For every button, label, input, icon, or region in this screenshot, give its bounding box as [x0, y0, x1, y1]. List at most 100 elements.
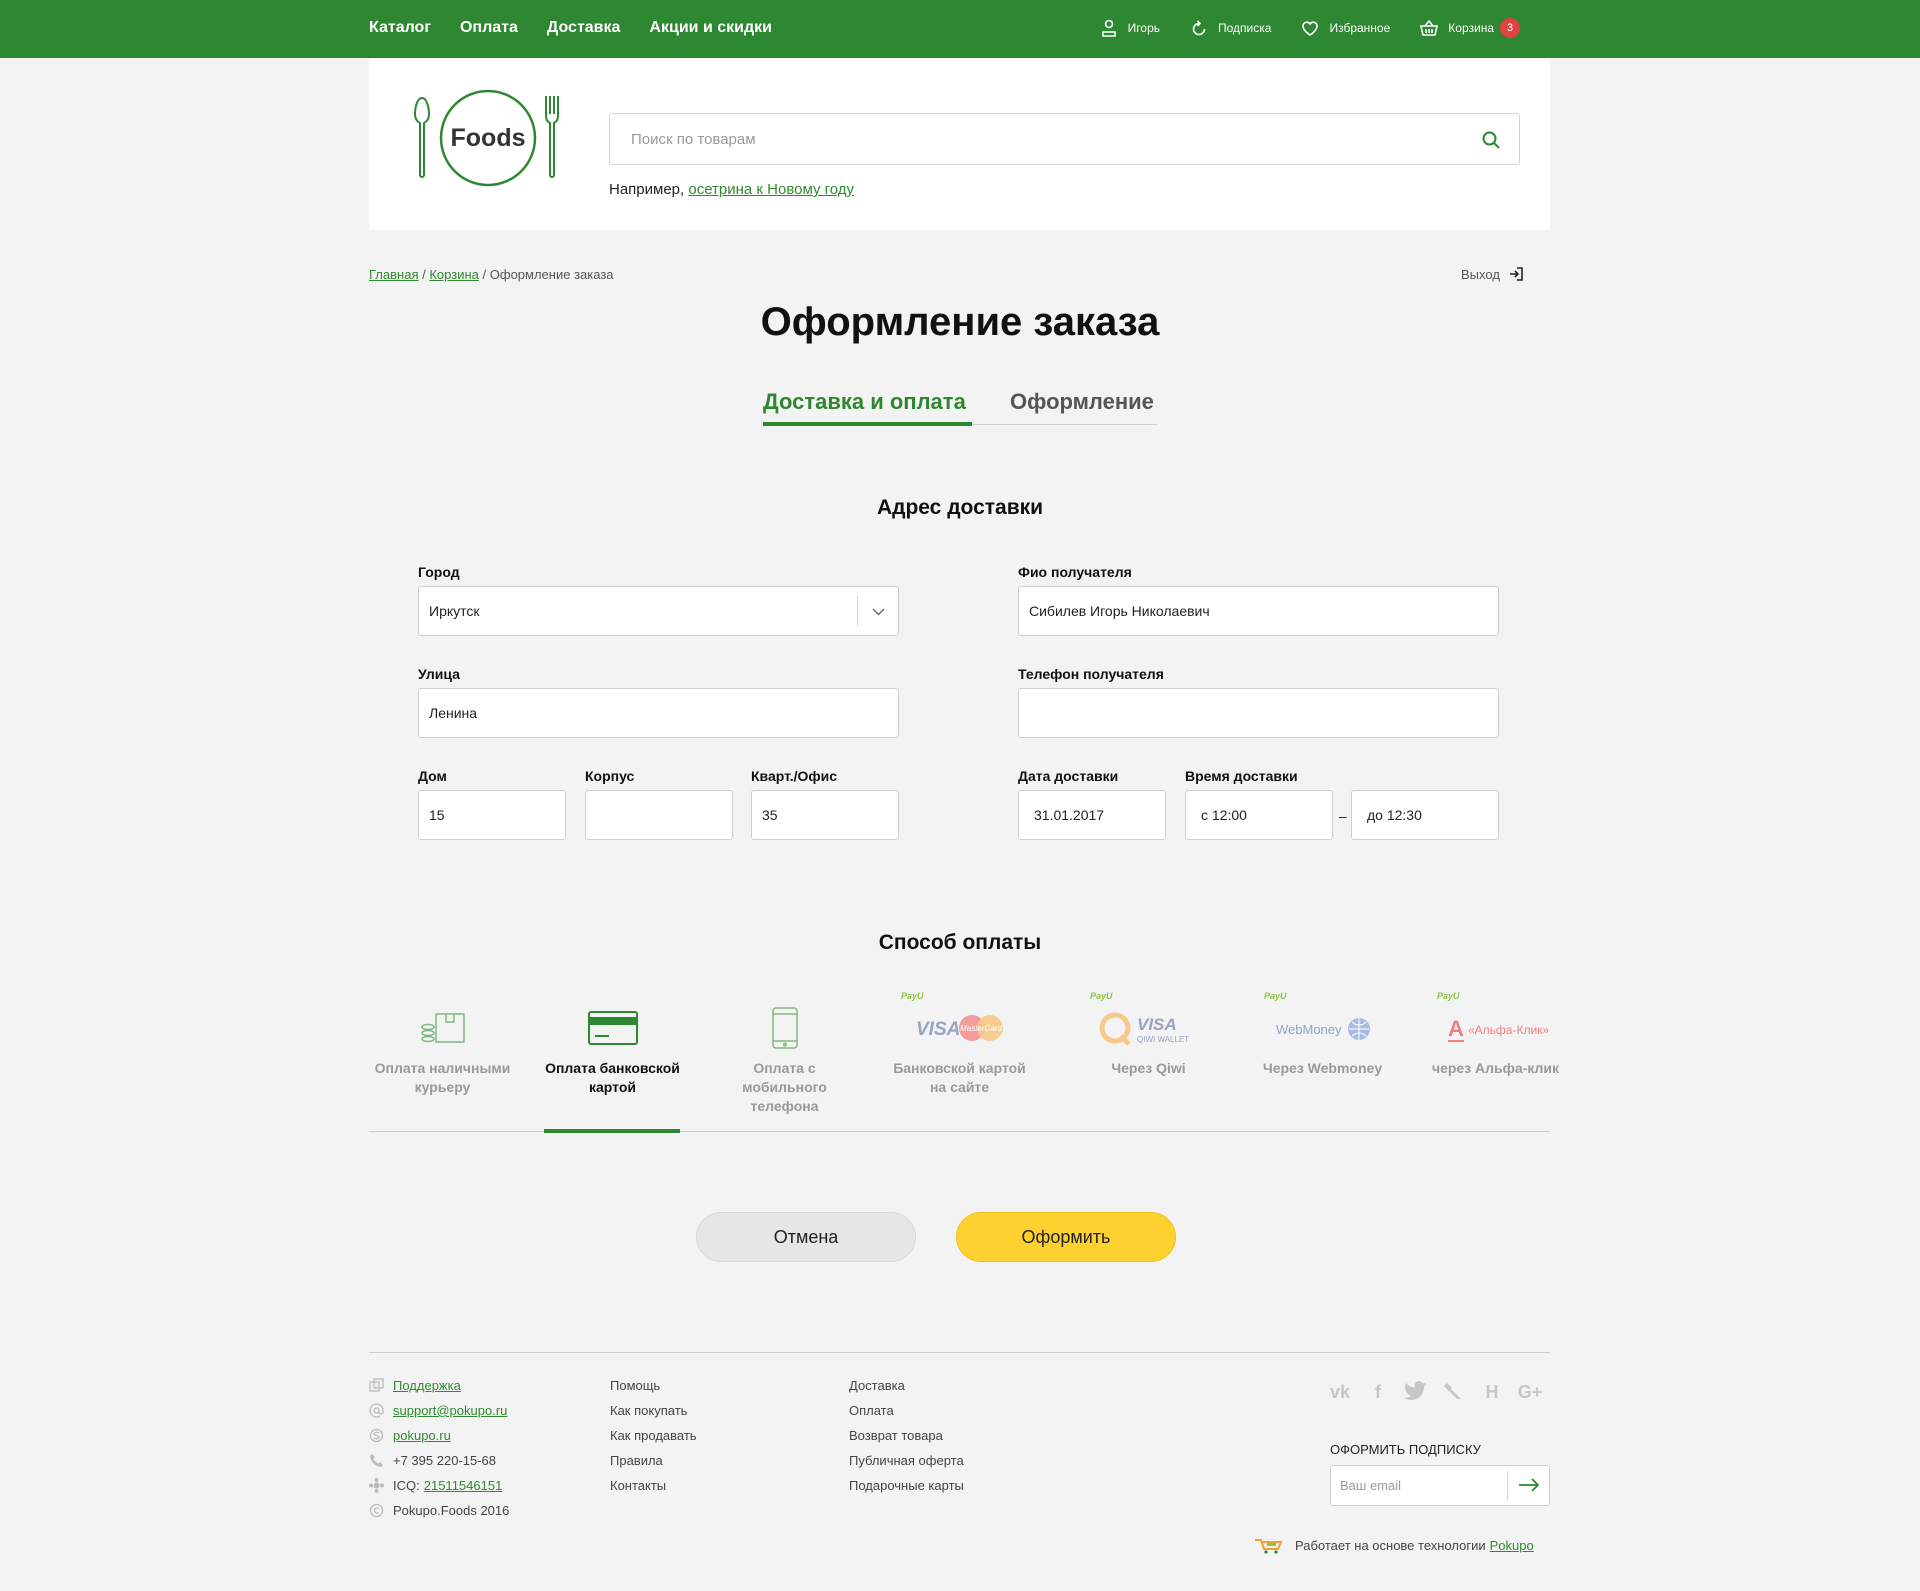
footer-col-info: Доставка Оплата Возврат товара Публичная…	[849, 1378, 964, 1503]
city-input[interactable]	[419, 587, 898, 635]
twitter-icon[interactable]	[1403, 1381, 1429, 1403]
apartment-label: Кварт./Офис	[751, 768, 838, 784]
phone-label: Телефон получателя	[1018, 666, 1164, 682]
arrow-right-icon	[1519, 1478, 1540, 1492]
apartment-input[interactable]	[752, 791, 898, 839]
logout-link[interactable]: Выход	[1461, 266, 1524, 282]
breadcrumb-cart[interactable]: Корзина	[429, 267, 479, 282]
footer-link-how-to-buy[interactable]: Как покупать	[610, 1403, 697, 1428]
cancel-button[interactable]: Отмена	[696, 1212, 916, 1262]
subscription-link[interactable]: Подписка	[1189, 18, 1271, 38]
footer-link-returns[interactable]: Возврат товара	[849, 1428, 964, 1453]
cart-count-badge: 3	[1500, 18, 1520, 38]
date-input[interactable]	[1019, 791, 1165, 839]
svg-text:QIWI WALLET: QIWI WALLET	[1137, 1035, 1189, 1044]
search-example: Например, осетрина к Новому году	[609, 181, 854, 198]
top-navbar: Каталог Оплата Доставка Акции и скидки И…	[0, 0, 1920, 58]
building-label: Корпус	[585, 768, 635, 784]
logout-label: Выход	[1461, 266, 1500, 282]
email-link[interactable]: support@pokupo.ru	[393, 1403, 507, 1419]
payment-cash[interactable]: Оплата наличными курьеру	[369, 990, 516, 1132]
breadcrumb-separator: /	[482, 267, 487, 282]
footer-divider	[369, 1352, 1550, 1353]
svg-text:VISA: VISA	[916, 1019, 960, 1040]
social-links: vk f H G+	[1327, 1381, 1543, 1403]
footer-link-help[interactable]: Помощь	[610, 1378, 697, 1403]
footer-contacts: Поддержка support@pokupo.ru pokupo.ru +7…	[369, 1378, 509, 1528]
nav-delivery[interactable]: Доставка	[547, 19, 621, 37]
skype-link[interactable]: pokupo.ru	[393, 1428, 451, 1444]
alfa-click-logo: А «Альфа-Клик»	[1447, 1016, 1549, 1042]
footer-link-gift-cards[interactable]: Подарочные карты	[849, 1478, 964, 1503]
livejournal-icon[interactable]	[1441, 1381, 1467, 1403]
payment-label: Оплата с мобильного телефона	[742, 1060, 827, 1114]
favorites-link[interactable]: Избранное	[1300, 18, 1390, 38]
search-input[interactable]	[610, 114, 1519, 164]
card-icon	[587, 1011, 638, 1045]
active-payment-indicator	[544, 1129, 680, 1133]
subscribe-title: Оформить подписку	[1330, 1442, 1481, 1457]
search-icon[interactable]	[1481, 130, 1501, 150]
payment-card[interactable]: Оплата банковской картой	[539, 990, 686, 1132]
footer-link-how-to-sell[interactable]: Как продавать	[610, 1428, 697, 1453]
city-select[interactable]	[418, 586, 899, 636]
footer-link-offer[interactable]: Публичная оферта	[849, 1453, 964, 1478]
time-from-input[interactable]	[1186, 791, 1332, 839]
street-input[interactable]	[419, 689, 898, 737]
city-dropdown-toggle[interactable]	[857, 596, 898, 626]
habr-icon[interactable]: H	[1479, 1381, 1505, 1403]
house-input[interactable]	[419, 791, 565, 839]
basket-icon	[1420, 19, 1439, 36]
tab-confirmation[interactable]: Оформление	[1010, 389, 1154, 415]
nav-promotions[interactable]: Акции и скидки	[649, 19, 772, 37]
payment-alfa-click[interactable]: PayU А «Альфа-Клик» через Альфа-клик	[1422, 990, 1569, 1132]
pokupo-link[interactable]: Pokupo	[1490, 1538, 1534, 1553]
cart-link[interactable]: Корзина 3	[1419, 18, 1520, 38]
phone-number: +7 395 220-15-68	[393, 1453, 497, 1468]
footer-link-payment[interactable]: Оплата	[849, 1403, 964, 1428]
user-icon	[1101, 19, 1116, 37]
subscribe-email-input[interactable]	[1331, 1466, 1508, 1505]
phone-input[interactable]	[1019, 689, 1498, 737]
time-to-input[interactable]	[1352, 791, 1498, 839]
payment-qiwi[interactable]: PayU VISA QIWI WALLET Через Qiwi	[1075, 990, 1222, 1132]
payment-card-online[interactable]: PayU VISA MasterCard Банковской картой н…	[886, 990, 1033, 1132]
footer-link-contacts[interactable]: Контакты	[610, 1478, 697, 1503]
example-link[interactable]: осетрина к Новому году	[688, 181, 854, 198]
breadcrumb-home[interactable]: Главная	[369, 267, 418, 282]
recipient-input[interactable]	[1019, 587, 1498, 635]
nav-catalog[interactable]: Каталог	[369, 19, 431, 37]
street-label: Улица	[418, 666, 460, 682]
building-input[interactable]	[586, 791, 732, 839]
svg-text:VISA: VISA	[1137, 1015, 1177, 1034]
icq-prefix: ICQ:	[393, 1478, 420, 1493]
footer-link-rules[interactable]: Правила	[610, 1453, 697, 1478]
powered-text: Работает на основе технологии	[1295, 1537, 1486, 1553]
skype-icon	[369, 1428, 384, 1443]
submit-order-button[interactable]: Оформить	[956, 1212, 1176, 1262]
payment-webmoney[interactable]: PayU WebMoney Через Webmoney	[1249, 990, 1396, 1132]
payment-mobile[interactable]: Оплата с мобильного телефона	[711, 990, 858, 1132]
payment-label: Оплата наличными курьеру	[374, 1060, 511, 1095]
city-label: Город	[418, 564, 460, 580]
time-from-field	[1185, 790, 1333, 840]
support-link[interactable]: Поддержка	[393, 1378, 461, 1394]
user-link[interactable]: Игорь	[1099, 18, 1160, 38]
address-heading: Адрес доставки	[876, 496, 1044, 519]
icq-link[interactable]: 21511546151	[424, 1478, 503, 1494]
nav-payment[interactable]: Оплата	[460, 19, 518, 37]
foods-logo[interactable]: Foods	[413, 88, 563, 188]
payment-label: через Альфа-клик	[1431, 1060, 1560, 1076]
footer-link-delivery[interactable]: Доставка	[849, 1378, 964, 1403]
example-prefix: Например,	[609, 181, 685, 198]
icq-icon	[369, 1478, 384, 1493]
logo-text: Foods	[451, 124, 526, 152]
house-label: Дом	[418, 768, 447, 784]
refresh-icon	[1192, 20, 1206, 36]
tab-delivery-payment[interactable]: Доставка и оплата	[763, 389, 972, 415]
google-plus-icon[interactable]: G+	[1517, 1381, 1543, 1403]
subscribe-submit-button[interactable]	[1507, 1471, 1549, 1500]
vk-icon[interactable]: vk	[1327, 1381, 1353, 1403]
payment-heading: Способ оплаты	[878, 931, 1042, 954]
facebook-icon[interactable]: f	[1365, 1381, 1391, 1403]
